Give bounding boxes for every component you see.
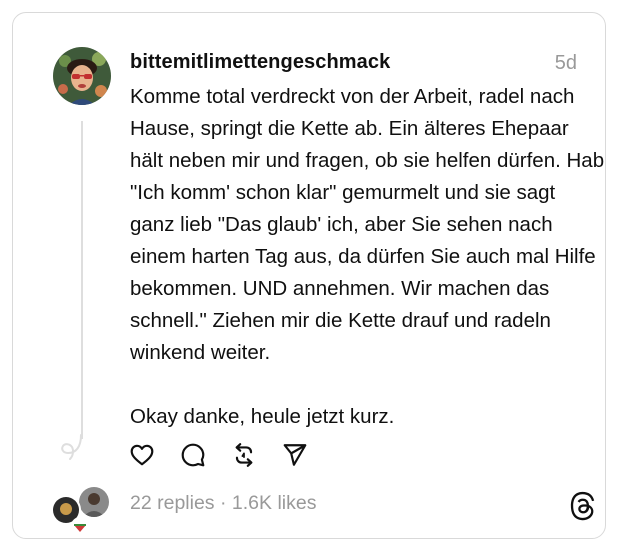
replier-avatar	[71, 517, 89, 535]
action-bar	[127, 440, 310, 470]
username[interactable]: bittemitlimettengeschmack	[130, 51, 390, 74]
stats-separator: ·	[219, 492, 227, 514]
post-card: bittemitlimettengeschmack 5d Komme total…	[12, 12, 606, 539]
comment-icon[interactable]	[178, 440, 208, 470]
threads-logo-icon[interactable]	[569, 491, 597, 526]
replies-count[interactable]: 22 replies	[130, 492, 215, 514]
thread-line	[81, 121, 83, 439]
post-time: 5d	[554, 52, 577, 74]
replier-avatars[interactable]	[51, 485, 115, 535]
post-stats: 22 replies · 1.6K likes	[130, 492, 316, 515]
post-text: Komme total verdreckt von der Arbeit, ra…	[130, 85, 605, 428]
repost-icon[interactable]	[229, 440, 259, 470]
replier-avatar	[77, 485, 111, 519]
share-icon[interactable]	[280, 440, 310, 470]
likes-count[interactable]: 1.6K likes	[232, 492, 317, 514]
thread-loop-icon	[58, 433, 86, 466]
heart-icon[interactable]	[127, 440, 157, 470]
avatar[interactable]	[53, 47, 111, 105]
